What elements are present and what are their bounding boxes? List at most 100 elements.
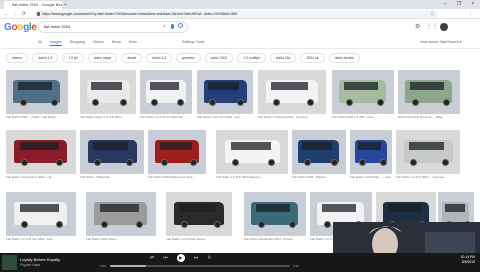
image-caption[interactable]: Fiat Doblo 2004 1.9 JTD - Auto ...	[332, 115, 394, 119]
image-caption[interactable]: Fiat Doblo - Wikipedia	[80, 175, 144, 179]
shuffle-icon[interactable]: ⇄	[150, 254, 154, 262]
tools-link[interactable]: Settings Tools	[182, 38, 204, 46]
related-chip[interactable]: doblo cargo	[87, 53, 118, 63]
wheel	[177, 99, 184, 106]
image-caption[interactable]: 2004 Fiat Doblo Dynamic ... eBay	[398, 115, 460, 119]
image-caption[interactable]: Fiat Doblo 1.9 Dynamic 2004 - car...	[6, 175, 76, 179]
related-chip[interactable]: doblo 2001	[204, 53, 234, 63]
van-window	[409, 142, 444, 150]
image-result[interactable]	[396, 130, 460, 174]
wheel	[380, 159, 387, 166]
close-window-button[interactable]: ×	[466, 0, 480, 9]
van-window	[20, 142, 59, 150]
image-result[interactable]	[350, 130, 392, 174]
related-chip[interactable]: 2004 uk	[300, 53, 325, 63]
lock-icon	[37, 12, 40, 16]
related-chip[interactable]: doblo 1.6	[146, 53, 173, 63]
related-chip[interactable]: 1.9 jtd	[62, 53, 84, 63]
forward-button[interactable]: →	[11, 9, 19, 19]
related-chip[interactable]: doblo 1.9	[32, 53, 59, 63]
tab-all[interactable]: All	[38, 38, 42, 46]
image-result[interactable]	[6, 70, 68, 114]
wheel	[101, 221, 108, 228]
image-result[interactable]	[148, 130, 206, 174]
image-caption[interactable]: Fiat Doblo 2004 Malta Used Cars ...	[148, 175, 206, 179]
van-window	[91, 82, 122, 90]
gear-icon[interactable]: ⚙	[415, 22, 420, 32]
related-chip[interactable]: doblo 16v	[269, 53, 297, 63]
image-result[interactable]	[292, 130, 346, 174]
reload-button[interactable]: ⟳	[20, 9, 28, 19]
clock-date: 8/8/2019	[461, 260, 475, 264]
wheel	[377, 99, 384, 106]
safesearch-toggle[interactable]: SafeSearch ▾	[440, 38, 462, 46]
wheel	[214, 221, 221, 228]
previous-icon[interactable]: ⏮	[163, 254, 168, 262]
logo-letter: e	[31, 22, 37, 33]
image-caption[interactable]: Fiat Doblo Cargo 1.9 JTD 2004 ...	[80, 115, 136, 119]
next-icon[interactable]: ⏭	[194, 254, 199, 262]
image-result[interactable]	[398, 70, 460, 114]
image-result[interactable]	[258, 70, 326, 114]
related-chip[interactable]: 1.9 multijet	[237, 53, 266, 63]
track-artist[interactable]: Poppie Kawa	[20, 263, 40, 268]
related-chip[interactable]: interior	[6, 53, 29, 63]
avatar[interactable]	[440, 23, 448, 31]
image-result[interactable]	[80, 70, 136, 114]
search-icon[interactable]	[178, 23, 183, 28]
image-result[interactable]	[140, 70, 192, 114]
tab-close-icon[interactable]: ×	[56, 1, 58, 9]
image-result[interactable]	[80, 130, 144, 174]
image-caption[interactable]: Fiat Doblo 1.9 Multijet ... - Auto...	[350, 175, 392, 179]
image-result[interactable]	[6, 192, 76, 236]
image-caption[interactable]: Fiat Doblo 2004 Specs - ...	[86, 237, 156, 241]
back-button[interactable]: ←	[2, 9, 10, 19]
maximize-button[interactable]: ❐	[452, 0, 466, 9]
image-caption[interactable]: Fiat Doblo 1.9 JTD 2004 ... Gumtree	[396, 175, 460, 179]
browser-menu-icon[interactable]: ⋮	[468, 9, 473, 19]
track-title[interactable]: Loyalty Before Royalty	[20, 257, 60, 262]
tab-images[interactable]: Images	[50, 38, 62, 46]
tab-shopping[interactable]: Shopping	[70, 38, 85, 46]
clear-search-icon[interactable]: ×	[163, 21, 166, 33]
van-window	[256, 204, 290, 212]
image-caption[interactable]: Fiat Doblo Dashboard 2004 - Photos	[244, 237, 306, 241]
progress-fill	[110, 265, 146, 267]
image-result[interactable]	[6, 130, 76, 174]
view-saved-link[interactable]: View saved	[420, 38, 438, 46]
wheel	[237, 99, 244, 106]
tab-news[interactable]: News	[112, 38, 121, 46]
image-caption[interactable]: Fiat Doblo 1.9 JTD SX 2004 Ma...	[140, 115, 192, 119]
bookmark-star-icon[interactable]: ☆	[430, 10, 434, 18]
album-art[interactable]	[2, 255, 17, 270]
tab-videos[interactable]: Videos	[93, 38, 104, 46]
related-chip[interactable]: doblo familia	[328, 53, 360, 63]
image-caption[interactable]: Fiat Doblo 1.9 JTD 2004 Elegant ...	[216, 175, 288, 179]
tab-more[interactable]: More	[129, 38, 137, 46]
url-input[interactable]: https://www.google.com/search?q=fiat+dob…	[34, 10, 438, 18]
minimize-button[interactable]: –	[438, 0, 452, 9]
image-result[interactable]	[197, 70, 253, 114]
image-caption[interactable]: Fiat Doblo 1.9 D Van 2004 - Car ...	[197, 115, 253, 119]
mic-icon[interactable]	[171, 24, 174, 29]
google-logo[interactable]: Google	[4, 22, 37, 33]
image-result[interactable]	[332, 70, 394, 114]
image-caption[interactable]: Fiat Doblo 2004 ... (Sold) - Fiat Doblo	[6, 115, 68, 119]
repeat-icon[interactable]: ↻	[207, 254, 211, 262]
related-chip[interactable]: gumtree	[176, 53, 201, 63]
image-result[interactable]	[166, 192, 232, 236]
image-caption[interactable]: Fiat Doblo 1.9 D 2004 Interior ...	[166, 237, 232, 241]
browser-tab[interactable]: fiat doblo 2004 - Google Search	[4, 1, 62, 9]
related-chip[interactable]: diesel	[121, 53, 143, 63]
van-window	[271, 82, 308, 90]
play-button[interactable]: ▶	[176, 254, 185, 262]
image-caption[interactable]: Fiat Doblo 1.9 JTD Van 2004 - Ads...	[6, 237, 76, 241]
image-result[interactable]	[216, 130, 288, 174]
wheel	[273, 99, 280, 106]
image-result[interactable]	[86, 192, 156, 236]
new-tab-button[interactable]: +	[64, 1, 67, 9]
image-caption[interactable]: Fiat Doblo 2004 - Photos...	[292, 175, 346, 179]
image-result[interactable]	[244, 192, 306, 236]
image-caption[interactable]: Fiat Doblo 1.9 Diesel 2004 - Gumtree	[258, 115, 326, 119]
van-window	[179, 204, 215, 212]
